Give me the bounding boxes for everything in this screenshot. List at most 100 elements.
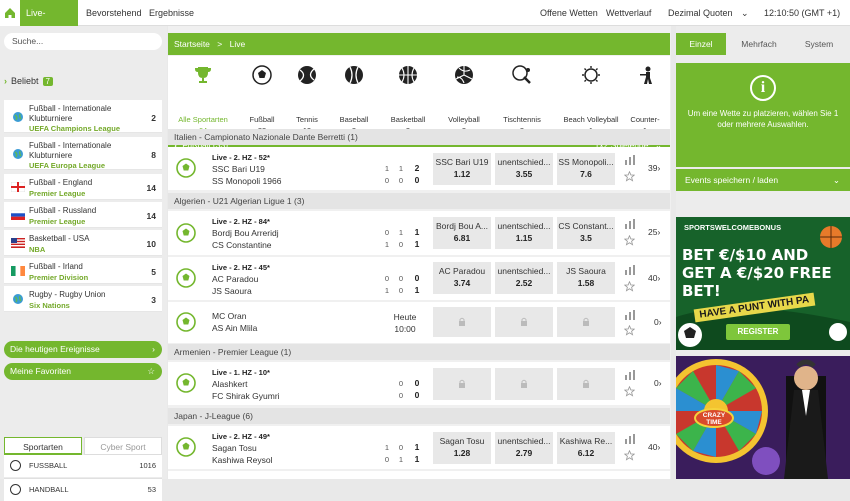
odds-button-home[interactable]: SSC Bari U19 1.12 — [433, 153, 491, 185]
odds-button-away[interactable]: SS Monopoli... 7.6 — [557, 153, 615, 185]
popular-item[interactable]: Fußball - Internationale Klubturniere UE… — [4, 100, 162, 133]
search-input[interactable]: Suche... — [4, 33, 162, 50]
event-row[interactable]: Live - 2. HZ - 49* Sagan Tosu Kashiwa Re… — [168, 426, 670, 469]
chevron-down-icon: ⌄ — [832, 175, 840, 185]
nav-bet-history[interactable]: Wettverlauf — [600, 0, 657, 26]
event-start-day: Heute — [393, 312, 417, 322]
nav-upcoming[interactable]: Bevorstehend — [80, 0, 148, 26]
sport-filter-beach-volleyball[interactable]: Beach Volleyball 1 — [556, 56, 626, 136]
save-load-events-bar[interactable]: Events speichern / laden ⌄ — [676, 169, 850, 191]
statistics-icon[interactable] — [624, 370, 636, 380]
star-icon[interactable] — [624, 450, 635, 461]
tab-cyber-sport[interactable]: Cyber Sport — [84, 437, 162, 455]
score-cell: 0 — [398, 240, 404, 249]
odds-label: JS Saoura — [566, 266, 606, 276]
star-icon[interactable] — [624, 325, 635, 336]
odds-button-away[interactable]: CS Constant... 3.5 — [557, 217, 615, 249]
breadcrumb-home[interactable]: Startseite — [174, 39, 210, 49]
my-favorites-button[interactable]: Meine Favoriten ☆ — [4, 363, 162, 380]
league-header[interactable]: Algerien - U21 Algerian Ligue 1 (3) — [168, 193, 670, 209]
statistics-icon[interactable] — [624, 310, 636, 320]
basketball-icon — [399, 66, 417, 84]
event-status: Live - 2. HZ - 49* — [212, 432, 270, 441]
home-icon — [5, 8, 15, 18]
event-home-team: Sagan Tosu — [212, 443, 257, 453]
todays-events-label: Die heutigen Ereignisse — [10, 344, 100, 354]
my-favorites-label: Meine Favoriten — [10, 366, 71, 376]
more-markets-link[interactable]: 0› — [654, 317, 662, 327]
home-button[interactable] — [0, 0, 20, 26]
popular-item[interactable]: Fußball - Russland Premier League 14 — [4, 202, 162, 228]
more-markets-link[interactable]: 39› — [648, 163, 660, 173]
register-button[interactable]: REGISTER — [726, 324, 790, 340]
score-cell: 0 — [384, 455, 390, 464]
nav-live-betting[interactable]: Live-Wetten — [20, 0, 78, 44]
event-row[interactable]: Live - 1. HZ - 10* Alashkert FC Shirak G… — [168, 362, 670, 405]
tab-multiple[interactable]: Mehrfach — [734, 33, 784, 55]
clock-display[interactable]: 12:10:50 (GMT +1) — [758, 0, 846, 26]
nav-open-bets[interactable]: Offene Wetten — [534, 0, 604, 26]
event-row[interactable]: MC Oran AS Ain Mlila Heute 10:00 0› — [168, 302, 670, 343]
odds-button-home[interactable]: Bordj Bou A... 6.81 — [433, 217, 491, 249]
league-header[interactable]: Japan - J-League (6) — [168, 408, 670, 424]
tab-single[interactable]: Einzel — [676, 33, 726, 55]
football-icon — [176, 437, 196, 457]
tab-sports[interactable]: Sportarten — [4, 437, 82, 455]
event-row[interactable]: Live - 2. HZ - 45* AC Paradou JS Saoura … — [168, 257, 670, 300]
odds-button-draw[interactable]: unentschied... 3.55 — [495, 153, 553, 185]
promo-banner-crazy-time[interactable]: CRAZY TIME — [676, 356, 850, 479]
todays-events-button[interactable]: Die heutigen Ereignisse › — [4, 341, 162, 358]
popular-item[interactable]: Basketball - USA NBA 10 — [4, 230, 162, 256]
sport-list-item-football[interactable]: FUSSBALL 1016 — [4, 455, 162, 477]
event-row[interactable]: Live - 2. HZ - 84* Bordj Bou Arreridj CS… — [168, 211, 670, 255]
statistics-icon[interactable] — [624, 265, 636, 275]
score-cell: 0 — [384, 228, 390, 237]
score-total: 1 — [414, 454, 420, 464]
usa-flag-icon — [11, 238, 25, 248]
event-away-team: Kashiwa Reysol — [212, 455, 273, 465]
popular-item[interactable]: Fußball - Internationale Klubturniere UE… — [4, 137, 162, 170]
star-icon[interactable] — [624, 171, 635, 182]
odds-button-draw[interactable]: unentschied... 2.79 — [495, 432, 553, 464]
star-icon[interactable] — [624, 281, 635, 292]
more-markets-link[interactable]: 0› — [654, 378, 662, 388]
star-icon[interactable] — [624, 235, 635, 246]
score-cell: 0 — [384, 176, 390, 185]
globe-icon — [13, 294, 23, 304]
event-row[interactable]: Live - 2. HZ - 52* SSC Bari U19 SS Monop… — [168, 147, 670, 190]
sport-list-item-handball[interactable]: HANDBALL 53 — [4, 479, 162, 501]
promo-banner-sports-bonus[interactable]: SPORTSWELCOMEBONUS BET €/$10 AND GET A €… — [676, 217, 850, 350]
score-cell: 0 — [398, 274, 404, 283]
event-row-partial — [168, 471, 670, 479]
tab-system[interactable]: System — [794, 33, 844, 55]
odds-label: AC Paradou — [438, 266, 486, 276]
popular-item[interactable]: Fußball - Irland Premier Division 5 — [4, 258, 162, 284]
odds-label: Sagan Tosu — [439, 436, 485, 446]
chevron-down-icon: ⌄ — [741, 8, 749, 18]
sport-filter-table-tennis[interactable]: Tischtennis 2 — [487, 56, 557, 136]
odds-button-away[interactable]: Kashiwa Re... 6.12 — [557, 432, 615, 464]
star-icon[interactable] — [624, 386, 635, 397]
popular-item[interactable]: Rugby - Rugby Union Six Nations 3 — [4, 286, 162, 312]
more-markets-link[interactable]: 40› — [648, 442, 660, 452]
statistics-icon[interactable] — [624, 219, 636, 229]
sport-filter-counter-strike[interactable]: Counter- 1 — [620, 56, 670, 136]
popular-label: Beliebt — [11, 76, 39, 86]
odds-button-draw[interactable]: unentschied... 1.15 — [495, 217, 553, 249]
odds-label: unentschied... — [497, 266, 551, 276]
odds-format-select[interactable]: Dezimal Quoten ⌄ — [662, 0, 755, 26]
nav-results[interactable]: Ergebnisse — [143, 0, 200, 26]
event-away-team: CS Constantine — [212, 240, 272, 250]
more-markets-link[interactable]: 40› — [648, 273, 660, 283]
odds-button-draw[interactable]: unentschied... 2.52 — [495, 262, 553, 294]
league-header[interactable]: Italien - Campionato Nazionale Dante Ber… — [168, 129, 670, 145]
odds-button-away[interactable]: JS Saoura 1.58 — [557, 262, 615, 294]
breadcrumb: Startseite > Live — [168, 33, 670, 55]
odds-button-home[interactable]: AC Paradou 3.74 — [433, 262, 491, 294]
league-header[interactable]: Armenien - Premier League (1) — [168, 344, 670, 360]
statistics-icon[interactable] — [624, 434, 636, 444]
more-markets-link[interactable]: 25› — [648, 227, 660, 237]
odds-button-home[interactable]: Sagan Tosu 1.28 — [433, 432, 491, 464]
popular-item[interactable]: Fußball - England Premier League 14 — [4, 174, 162, 200]
statistics-icon[interactable] — [624, 155, 636, 165]
